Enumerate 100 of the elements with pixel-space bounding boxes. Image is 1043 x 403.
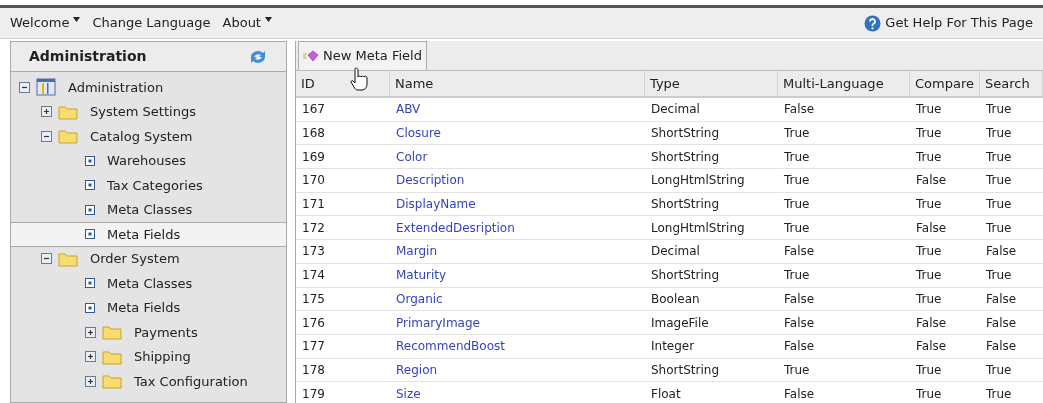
tree-item[interactable]: Tax Categories (11, 173, 286, 198)
table-cell-text: ShortString (650, 125, 720, 143)
table-cell-text: ShortString (650, 196, 720, 214)
table-cell-text: True (985, 267, 1013, 285)
table-cell-text: True (985, 385, 1013, 403)
tree-item[interactable]: Tax Configuration (11, 369, 286, 394)
tree-item[interactable]: Payments (11, 320, 286, 345)
tree-item[interactable]: Meta Fields (10, 222, 287, 247)
expand-icon[interactable] (85, 351, 96, 363)
hand-cursor-icon (350, 67, 370, 91)
column-header[interactable]: Search (980, 71, 1043, 96)
page-icon (85, 302, 95, 313)
menu-item[interactable]: Welcome (10, 13, 81, 33)
tree-item[interactable]: Warehouses (11, 148, 286, 173)
table-cell-text: True (783, 361, 811, 379)
tree-item[interactable]: Catalog System (11, 124, 286, 149)
table-cell-text: False (915, 338, 948, 356)
tree-item[interactable]: Meta Fields (11, 295, 286, 320)
table-cell-text: False (915, 314, 948, 332)
page-icon (85, 229, 95, 240)
name-link[interactable]: Size (390, 384, 645, 403)
table-cell-text: 170 (301, 172, 326, 190)
table-cell-text: ImageFile (650, 314, 710, 332)
tree-item[interactable]: Meta Classes (11, 271, 286, 296)
folder-icon (58, 128, 78, 145)
folder-icon (102, 348, 122, 365)
table-cell-text: True (915, 125, 943, 143)
table-cell-text: 175 (301, 290, 326, 308)
name-link[interactable]: Maturity (390, 266, 645, 285)
tree-item[interactable]: Administration (11, 75, 286, 100)
name-link[interactable]: Closure (390, 124, 645, 143)
folder-icon (58, 250, 78, 267)
table-cell-text: 178 (301, 361, 326, 379)
table-cell-text: True (915, 101, 943, 119)
table-cell-text: True (915, 148, 943, 166)
table-cell-text: False (915, 172, 948, 190)
table-cell-text: False (985, 314, 1018, 332)
table-cell-text: True (915, 267, 943, 285)
menu-item[interactable]: Change Language (92, 13, 211, 33)
expand-icon[interactable] (85, 326, 96, 338)
gem-icon (303, 50, 319, 62)
column-header[interactable]: Multi-Language (778, 71, 910, 96)
tree-item[interactable]: Meta Classes (11, 197, 286, 222)
collapse-icon[interactable] (41, 253, 52, 265)
table-cell-text: True (915, 290, 943, 308)
window-icon (36, 78, 56, 97)
tree-item[interactable]: Order System (11, 246, 286, 271)
table-cell-text: True (783, 125, 811, 143)
collapse-icon[interactable] (41, 130, 52, 142)
table-cell-text: 177 (301, 338, 326, 356)
folder-icon (102, 373, 122, 390)
name-link[interactable]: RecommendBoost (390, 337, 645, 356)
folder-icon (58, 103, 78, 120)
name-link[interactable]: PrimaryImage (390, 313, 645, 332)
column-header[interactable]: Type (645, 71, 778, 96)
folder-icon (102, 324, 122, 341)
expand-icon[interactable] (85, 375, 96, 387)
collapse-icon[interactable] (19, 81, 30, 93)
tree-item[interactable]: System Settings (11, 99, 286, 124)
table-cell-text: False (985, 243, 1018, 261)
table-cell-text: True (915, 196, 943, 214)
expand-icon[interactable] (41, 106, 52, 118)
table-cell-text: False (783, 243, 816, 261)
name-link[interactable]: ExtendedDesription (390, 218, 645, 237)
table-cell-text: ShortString (650, 361, 720, 379)
table-cell-text: 173 (301, 243, 326, 261)
table-cell-text: True (985, 101, 1013, 119)
help-icon[interactable] (864, 14, 882, 32)
name-link[interactable]: DisplayName (390, 195, 645, 214)
table-cell-text: Integer (650, 338, 696, 356)
tree-item[interactable]: Shipping (11, 344, 286, 369)
column-header[interactable]: Compare (910, 71, 980, 96)
new-meta-field-button[interactable]: New Meta Field (298, 41, 427, 70)
name-link[interactable]: Color (390, 147, 645, 166)
name-link[interactable]: Margin (390, 242, 645, 261)
table-cell-text: True (985, 196, 1013, 214)
help-link[interactable]: Get Help For This Page (885, 13, 1033, 33)
table-cell-text: False (783, 101, 816, 119)
caret-icon (264, 17, 272, 23)
table-cell-text: Decimal (650, 101, 701, 119)
page-icon (85, 155, 95, 166)
table-cell-text: False (783, 314, 816, 332)
name-link[interactable]: Region (390, 360, 645, 379)
name-link[interactable]: Organic (390, 289, 645, 308)
table-cell-text: True (783, 267, 811, 285)
table-cell-text: Float (650, 385, 682, 403)
column-header[interactable]: Name (390, 71, 645, 96)
table-cell-text: 168 (301, 125, 326, 143)
table-cell-text: True (915, 385, 943, 403)
name-link[interactable]: Description (390, 171, 645, 190)
table-cell-text: True (985, 172, 1013, 190)
menu-item[interactable]: About (222, 13, 272, 33)
name-link[interactable]: ABV (390, 100, 645, 119)
table-cell-text: True (783, 196, 811, 214)
table-cell-text: Boolean (650, 290, 701, 308)
table-cell-text: True (783, 148, 811, 166)
table-cell-text: False (783, 385, 816, 403)
table-cell-text: True (783, 172, 811, 190)
table-cell-text: 169 (301, 148, 326, 166)
table-cell-text: True (783, 219, 811, 237)
